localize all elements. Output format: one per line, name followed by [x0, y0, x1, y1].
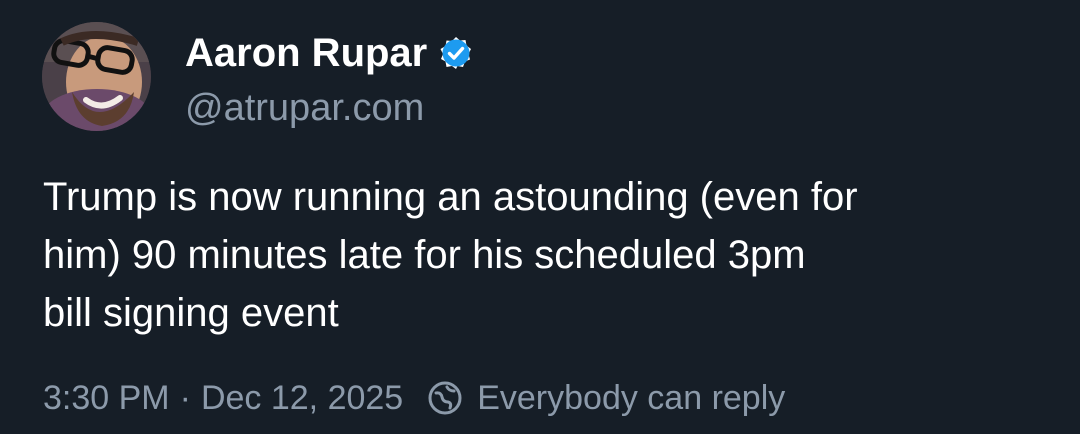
- avatar-image: [42, 22, 151, 131]
- author-handle[interactable]: @atrupar.com: [185, 84, 424, 132]
- reply-setting-label[interactable]: Everybody can reply: [477, 379, 785, 418]
- meta-separator: ·: [179, 378, 191, 417]
- post-time[interactable]: 3:30 PM: [43, 379, 170, 418]
- author-display-name[interactable]: Aaron Rupar: [185, 28, 427, 78]
- author-avatar[interactable]: [42, 22, 151, 131]
- post-text: Trump is now running an astounding (even…: [43, 175, 858, 335]
- reply-permission-icon: [427, 380, 463, 416]
- author-name-row: Aaron Rupar: [185, 28, 473, 78]
- post-meta: 3:30 PM · Dec 12, 2025 Everybody can rep…: [43, 374, 785, 422]
- post-date[interactable]: Dec 12, 2025: [201, 379, 403, 418]
- verified-badge-icon: [439, 36, 473, 70]
- post-card: Aaron Rupar @atrupar.com Trump is now ru…: [0, 0, 1080, 434]
